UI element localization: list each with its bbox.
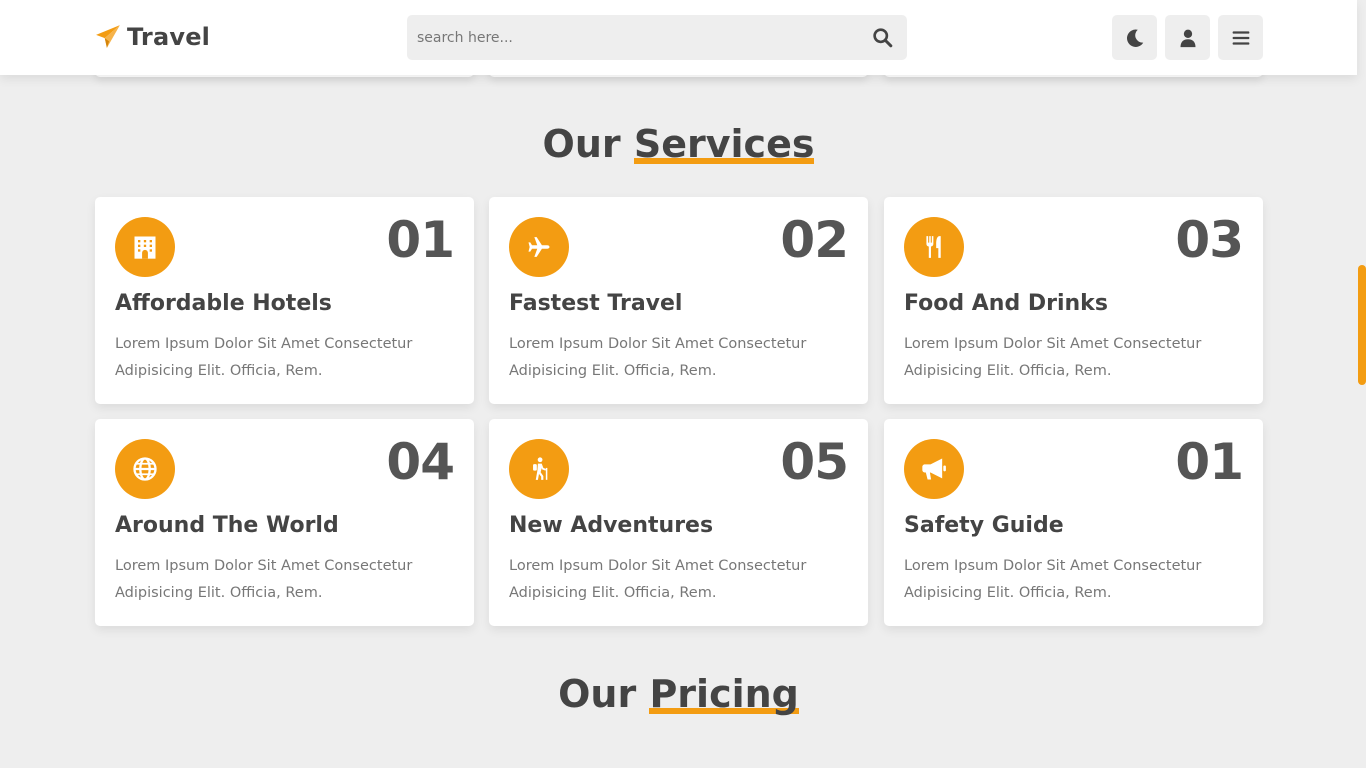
service-number: 03	[1175, 211, 1244, 269]
service-number: 05	[780, 433, 849, 491]
service-title: Affordable Hotels	[115, 291, 332, 316]
site-header: Travel	[0, 0, 1357, 75]
service-card: 04 Around The World Lorem Ipsum Dolor Si…	[95, 419, 474, 626]
search-form	[407, 15, 907, 60]
search-icon	[872, 28, 892, 48]
utensils-icon	[904, 217, 964, 277]
service-card: 03 Food And Drinks Lorem Ipsum Dolor Sit…	[884, 197, 1263, 404]
service-title: New Adventures	[509, 513, 714, 538]
service-number: 02	[780, 211, 849, 269]
heading-prefix: Our	[542, 122, 621, 166]
user-button[interactable]	[1165, 15, 1210, 60]
pricing-heading: Our Pricing	[0, 672, 1357, 716]
service-description: Lorem Ipsum Dolor Sit Amet Consectetur A…	[904, 558, 1202, 601]
service-title: Safety Guide	[904, 513, 1064, 538]
service-card: 01 Affordable Hotels Lorem Ipsum Dolor S…	[95, 197, 474, 404]
moon-icon	[1126, 29, 1143, 47]
service-number: 01	[1175, 433, 1244, 491]
service-description: Lorem Ipsum Dolor Sit Amet Consectetur A…	[509, 558, 807, 601]
bullhorn-icon	[904, 439, 964, 499]
theme-toggle-button[interactable]	[1112, 15, 1157, 60]
globe-icon	[115, 439, 175, 499]
search-button[interactable]	[857, 15, 907, 60]
service-description: Lorem Ipsum Dolor Sit Amet Consectetur A…	[115, 558, 413, 601]
user-icon	[1180, 29, 1195, 47]
heading-prefix: Our	[558, 672, 637, 716]
menu-button[interactable]	[1218, 15, 1263, 60]
service-number: 01	[386, 211, 455, 269]
service-description: Lorem Ipsum Dolor Sit Amet Consectetur A…	[904, 336, 1202, 379]
plane-icon	[509, 217, 569, 277]
paper-plane-icon	[95, 24, 121, 50]
hotel-icon	[115, 217, 175, 277]
scrollbar-thumb[interactable]	[1358, 265, 1366, 385]
service-card: 05 New Adventures Lorem Ipsum Dolor Sit …	[489, 419, 868, 626]
service-card: 02 Fastest Travel Lorem Ipsum Dolor Sit …	[489, 197, 868, 404]
service-card: 01 Safety Guide Lorem Ipsum Dolor Sit Am…	[884, 419, 1263, 626]
service-number: 04	[386, 433, 455, 491]
service-title: Around The World	[115, 513, 339, 538]
hiking-icon	[509, 439, 569, 499]
logo-link[interactable]: Travel	[95, 22, 210, 52]
search-input[interactable]	[407, 15, 857, 60]
service-title: Food And Drinks	[904, 291, 1108, 316]
service-description: Lorem Ipsum Dolor Sit Amet Consectetur A…	[115, 336, 413, 379]
service-title: Fastest Travel	[509, 291, 683, 316]
logo-text: Travel	[127, 23, 211, 51]
service-description: Lorem Ipsum Dolor Sit Amet Consectetur A…	[509, 336, 807, 379]
heading-highlight: Pricing	[649, 672, 800, 716]
services-heading: Our Services	[0, 122, 1357, 166]
menu-icon	[1232, 30, 1249, 45]
heading-highlight: Services	[633, 122, 815, 166]
